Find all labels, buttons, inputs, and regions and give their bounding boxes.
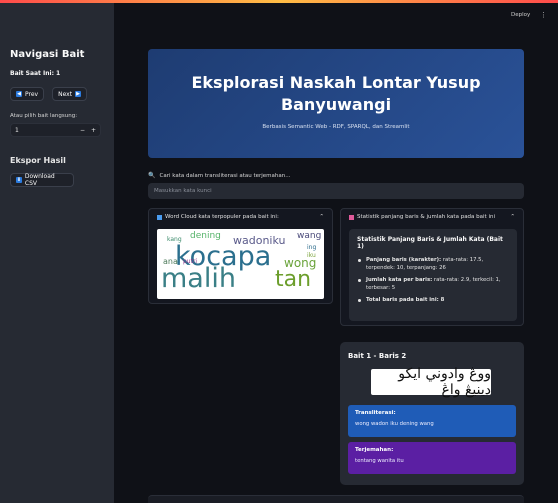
nav-buttons: ◀ Prev Next ▶ [10,87,104,101]
wordcloud-panel: Word Cloud kata terpopuler pada bait ini… [148,208,333,304]
arrow-right-icon: ▶ [75,91,82,97]
stats-panel-title: Statistik panjang baris & jumlah kata pa… [357,214,496,220]
wc-word: wang [297,231,322,241]
wc-word: dening [190,231,221,241]
pegon-script-image: ووڠ وادوني ايكو دينيڠ واڠ [371,366,491,398]
stats-item: Jumlah kata per baris: rata-rata: 2.9, t… [357,276,509,292]
bait-line-card: Bait 1 - Baris 2 ووڠ وادوني ايكو دينيڠ و… [340,342,524,485]
wordcloud-header[interactable]: Word Cloud kata terpopuler pada bait ini… [149,209,332,225]
kebab-menu-icon[interactable]: ⋮ [540,11,547,19]
next-label: Next [58,90,73,98]
deploy-button[interactable]: Deploy [511,12,530,18]
next-section-edge [148,495,524,503]
translation-box: Terjemahan: tentang wanita itu [348,442,516,474]
download-label: Download CSV [24,173,55,187]
collapse-icon[interactable]: ⌃ [319,214,324,220]
download-csv-button[interactable]: ⬇ Download CSV [10,173,74,187]
prev-button[interactable]: ◀ Prev [10,87,45,101]
chart-icon [157,214,162,220]
page-title: Eksplorasi Naskah Lontar Yusup Banyuwang… [191,73,481,114]
wc-word: tan [275,267,312,292]
stats-list: Panjang baris (karakter): rata-rata: 17.… [357,256,509,304]
transliteration-box: Transliterasi: wong wadon iku dening wan… [348,405,516,437]
transliteration-label: Transliterasi: [355,410,396,416]
wordcloud-image: kocapa malih tan wadoniku dening wong wa… [157,229,324,299]
stats-content: Statistik Panjang Baris & Jumlah Kata (B… [349,229,517,321]
prev-label: Prev [25,90,39,98]
wc-word: wadoniku [233,234,286,247]
wc-word: ana [163,257,178,266]
stats-header[interactable]: Statistik panjang baris & jumlah kata pa… [341,209,523,225]
card-title: Bait 1 - Baris 2 [348,352,407,360]
search-icon: 🔍 [148,172,156,179]
sidebar: Navigasi Bait Bait Saat Ini: 1 ◀ Prev Ne… [0,3,114,503]
transliteration-text: wong wadon iku dening wang [355,421,434,427]
wc-word: iku [307,252,316,259]
hero-banner: Eksplorasi Naskah Lontar Yusup Banyuwang… [148,49,524,158]
wordcloud-title: Word Cloud kata terpopuler pada bait ini… [165,214,279,220]
translation-label: Terjemahan: [355,447,394,453]
current-bait-label: Bait Saat Ini: 1 [10,70,61,77]
wc-word: malih [161,263,236,294]
search-input[interactable] [148,183,524,199]
wc-word: ing [307,244,317,251]
wc-word: kang [167,236,182,243]
wc-word: putri [183,258,198,265]
collapse-icon[interactable]: ⌃ [510,214,515,220]
search-label-text: Cari kata dalam transliterasi atau terje… [159,172,291,179]
select-label: Atau pilih bait langsung: [10,113,78,119]
stats-item: Panjang baris (karakter): rata-rata: 17.… [357,256,509,272]
stats-title: Statistik Panjang Baris & Jumlah Kata (B… [357,236,503,250]
decrement-button[interactable]: − [80,127,85,134]
download-icon: ⬇ [16,177,22,183]
increment-button[interactable]: + [91,127,96,134]
bait-number-value: 1 [15,126,19,134]
sidebar-title: Navigasi Bait [10,49,85,60]
page-subtitle: Berbasis Semantic Web - RDF, SPARQL, dan… [262,124,410,130]
stats-item: Total baris pada bait ini: 8 [357,296,509,304]
stats-icon [349,214,354,220]
search-label: 🔍 Cari kata dalam transliterasi atau ter… [148,172,291,179]
translation-text: tentang wanita itu [355,458,404,464]
stats-panel: Statistik panjang baris & jumlah kata pa… [340,208,524,326]
arrow-left-icon: ◀ [16,91,22,97]
export-title: Ekspor Hasil [10,156,66,165]
bait-number-input[interactable]: 1 − + [10,123,101,137]
next-button[interactable]: Next ▶ [52,87,88,101]
